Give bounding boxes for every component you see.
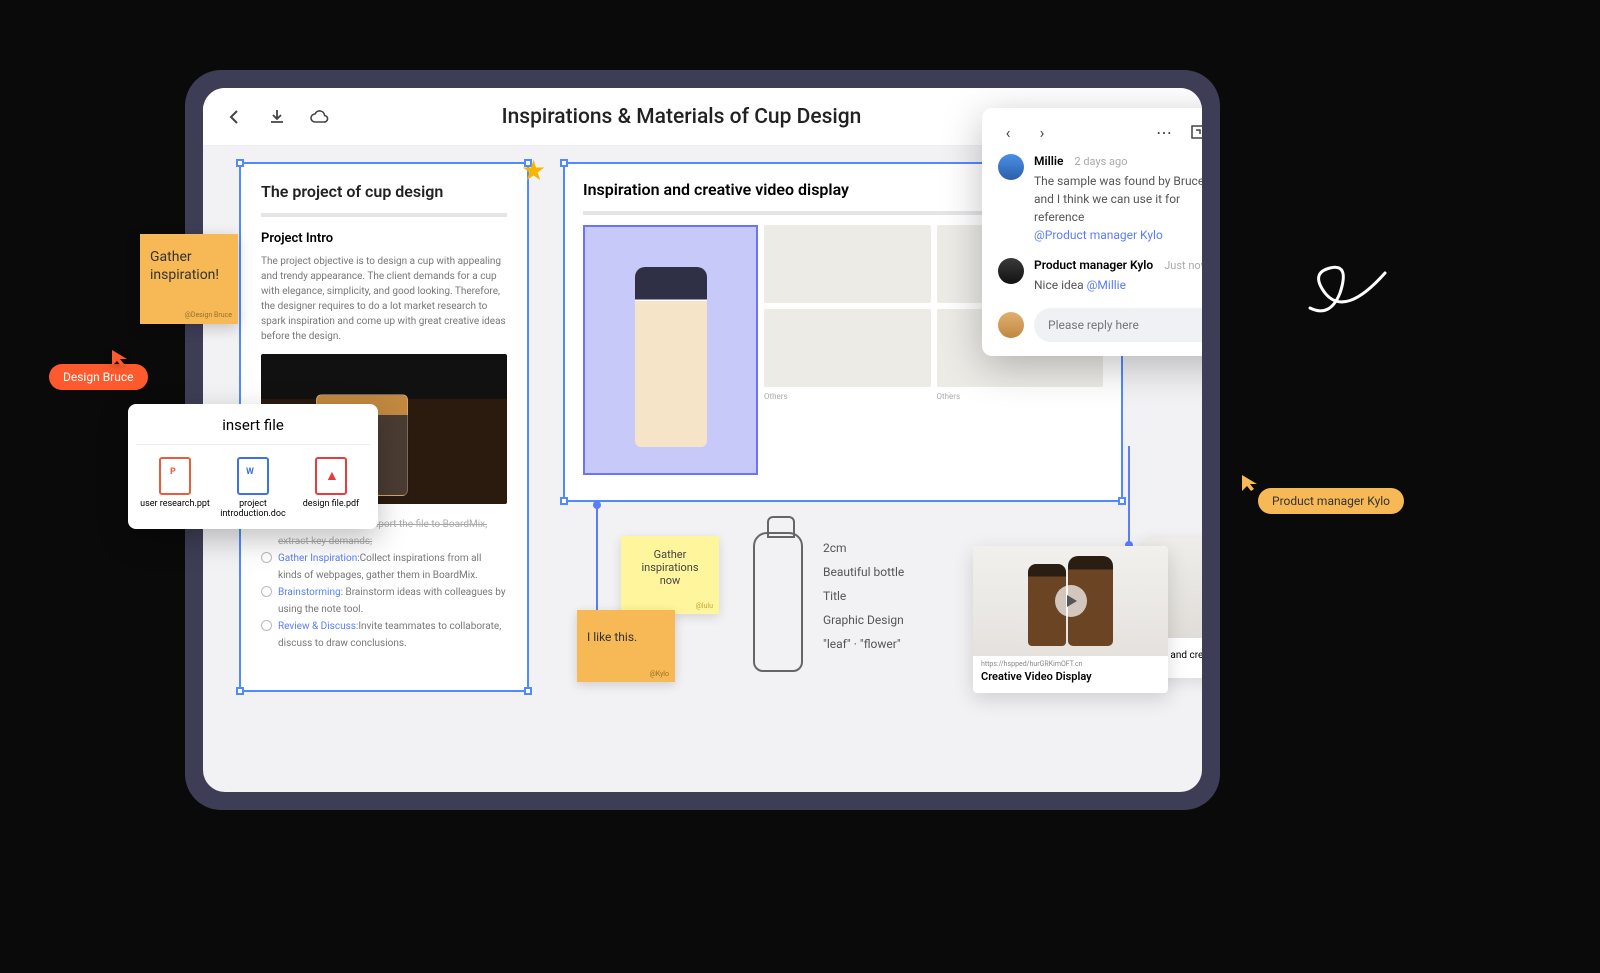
thumbnail[interactable]: Others	[764, 225, 931, 303]
checkbox-icon[interactable]	[261, 620, 272, 631]
connector-line	[1128, 446, 1130, 546]
collaborator-cursor	[1240, 473, 1260, 497]
bottle-outline	[753, 532, 803, 672]
selection-handle[interactable]	[524, 687, 532, 695]
sticky-author: @Kylo	[649, 670, 669, 678]
thumbnail[interactable]: Others	[764, 309, 931, 387]
comment-text: The sample was found by Bruce, and I thi…	[1034, 172, 1202, 244]
avatar	[998, 258, 1024, 284]
mention[interactable]: @Product manager Kylo	[1034, 228, 1163, 242]
comment-text: Nice idea @Millie	[1034, 276, 1202, 294]
divider	[261, 213, 507, 217]
collaborator-label: Design Bruce	[49, 364, 148, 390]
download-icon[interactable]	[267, 107, 287, 127]
file-pdf-icon	[315, 457, 347, 495]
play-icon[interactable]	[1055, 585, 1087, 617]
chevron-right-icon[interactable]: ›	[1032, 122, 1052, 142]
selection-handle[interactable]	[236, 159, 244, 167]
sticky-note[interactable]: Gather inspiration! @Design Bruce	[140, 234, 238, 324]
video-url: https://hspped/hurGRKimOFT.cn	[973, 656, 1168, 668]
cloud-icon[interactable]	[309, 107, 329, 127]
comments-panel: ‹ › ⋯ ✕ Millie 2 days ago The sample was…	[982, 108, 1202, 356]
back-icon[interactable]	[225, 107, 245, 127]
comment-author: Millie	[1034, 154, 1063, 168]
selected-image[interactable]	[583, 225, 758, 475]
checkbox-icon[interactable]	[261, 552, 272, 563]
file-ppt-icon	[159, 457, 191, 495]
sticky-note[interactable]: Gather inspirations now @lulu	[621, 536, 719, 614]
more-icon[interactable]: ⋯	[1154, 122, 1174, 142]
selection-handle[interactable]	[1118, 497, 1126, 505]
file-doc-icon	[237, 457, 269, 495]
avatar	[998, 312, 1024, 338]
task-item[interactable]: Gather Inspiration:Collect inspirations …	[261, 550, 507, 584]
collaborator-label: Product manager Kylo	[1258, 488, 1404, 514]
section-heading: Project Intro	[261, 231, 507, 246]
sketch-drawing[interactable]: 2cm Beautiful bottle Title Graphic Desig…	[743, 526, 963, 696]
sticky-author: @Design Bruce	[185, 311, 232, 320]
checkbox-icon[interactable]	[261, 586, 272, 597]
selection-handle[interactable]	[560, 159, 568, 167]
sticky-text: Gather inspiration!	[150, 249, 219, 283]
file-option[interactable]: design file.pdf	[296, 457, 366, 519]
video-card[interactable]: https://hspped/hurGRKimOFT.cn Creative V…	[973, 546, 1168, 693]
sticky-note[interactable]: I like this. @Kylo	[577, 610, 675, 682]
mention[interactable]: @Millie	[1087, 278, 1126, 292]
panel-header: ‹ › ⋯ ✕	[998, 122, 1202, 142]
popover-title: insert file	[136, 416, 370, 445]
open-new-icon[interactable]	[1188, 122, 1202, 142]
insert-file-popover: insert file user research.ppt project in…	[128, 404, 378, 529]
task-item[interactable]: Review & Discuss:Invite teammates to col…	[261, 618, 507, 652]
sticky-author: @lulu	[696, 602, 713, 610]
card-title: The project of cup design	[261, 182, 507, 201]
selection-handle[interactable]	[560, 497, 568, 505]
reply-box: ➤	[998, 308, 1202, 342]
sticky-text: Gather inspirations now	[641, 548, 698, 587]
reply-input[interactable]	[1034, 308, 1202, 342]
selection-handle[interactable]	[236, 687, 244, 695]
page-title: Inspirations & Materials of Cup Design	[329, 105, 1034, 129]
star-icon: ★	[521, 154, 546, 187]
comment-author: Product manager Kylo	[1034, 258, 1153, 272]
sticky-text: I like this.	[587, 630, 637, 644]
comment-timestamp: 2 days ago	[1074, 155, 1127, 168]
project-intro: The project objective is to design a cup…	[261, 254, 507, 344]
task-list: Organize Thoughts: Import the file to Bo…	[261, 516, 507, 652]
file-option[interactable]: user research.ppt	[140, 457, 210, 519]
scribble-decoration	[1300, 238, 1400, 342]
video-caption: Creative Video Display	[973, 668, 1168, 693]
sketch-annotations: 2cm Beautiful bottle Title Graphic Desig…	[823, 536, 904, 656]
comment: Product manager Kylo Just now Nice idea …	[998, 258, 1202, 294]
task-item[interactable]: Brainstorming: Brainstorm ideas with col…	[261, 584, 507, 618]
avatar	[998, 154, 1024, 180]
collaborator-cursor	[110, 348, 130, 372]
comment-timestamp: Just now	[1164, 259, 1202, 272]
file-option[interactable]: project introduction.doc	[218, 457, 288, 519]
comment: Millie 2 days ago The sample was found b…	[998, 154, 1202, 244]
chevron-left-icon[interactable]: ‹	[998, 122, 1018, 142]
